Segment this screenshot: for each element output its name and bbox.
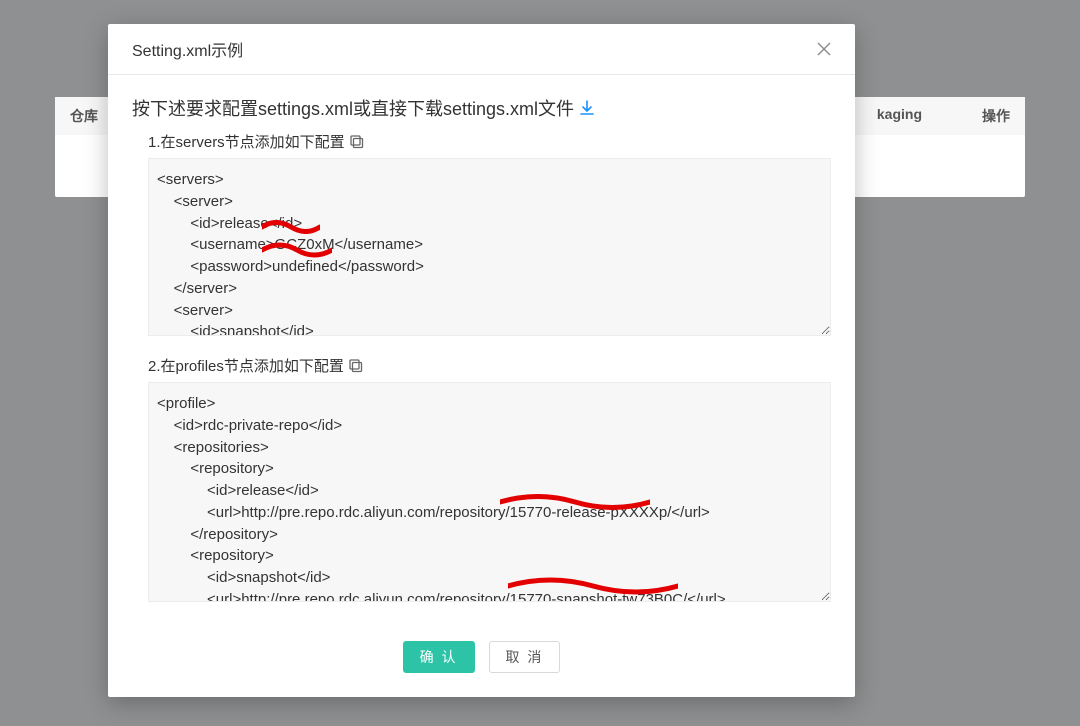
instruction-text: 按下述要求配置settings.xml或直接下载settings.xml文件 bbox=[132, 95, 574, 121]
code-textarea-profiles[interactable] bbox=[148, 382, 831, 602]
code-block-profiles bbox=[148, 382, 831, 605]
code-block-servers bbox=[148, 158, 831, 339]
copy-icon[interactable] bbox=[349, 134, 365, 150]
step2-label-line: 2.在profiles节点添加如下配置 bbox=[148, 355, 831, 376]
code-textarea-servers[interactable] bbox=[148, 158, 831, 336]
settings-xml-modal: Setting.xml示例 按下述要求配置settings.xml或直接下载se… bbox=[108, 24, 855, 697]
instruction-line: 按下述要求配置settings.xml或直接下载settings.xml文件 bbox=[132, 95, 831, 121]
modal-header: Setting.xml示例 bbox=[108, 24, 855, 75]
close-icon[interactable] bbox=[817, 42, 831, 56]
step1-label: 1.在servers节点添加如下配置 bbox=[148, 131, 345, 152]
confirm-button[interactable]: 确 认 bbox=[403, 641, 475, 673]
copy-icon[interactable] bbox=[348, 358, 364, 374]
step1-label-line: 1.在servers节点添加如下配置 bbox=[148, 131, 831, 152]
modal-title: Setting.xml示例 bbox=[132, 37, 243, 61]
download-icon[interactable] bbox=[578, 99, 596, 117]
modal-footer: 确 认 取 消 bbox=[108, 627, 855, 697]
modal-body: 按下述要求配置settings.xml或直接下载settings.xml文件 1… bbox=[108, 75, 855, 627]
table-col-left: 仓库 bbox=[70, 106, 98, 126]
step2-label: 2.在profiles节点添加如下配置 bbox=[148, 355, 344, 376]
cancel-button[interactable]: 取 消 bbox=[489, 641, 561, 673]
table-col-packaging: kaging bbox=[877, 106, 922, 126]
table-col-action: 操作 bbox=[982, 106, 1010, 126]
